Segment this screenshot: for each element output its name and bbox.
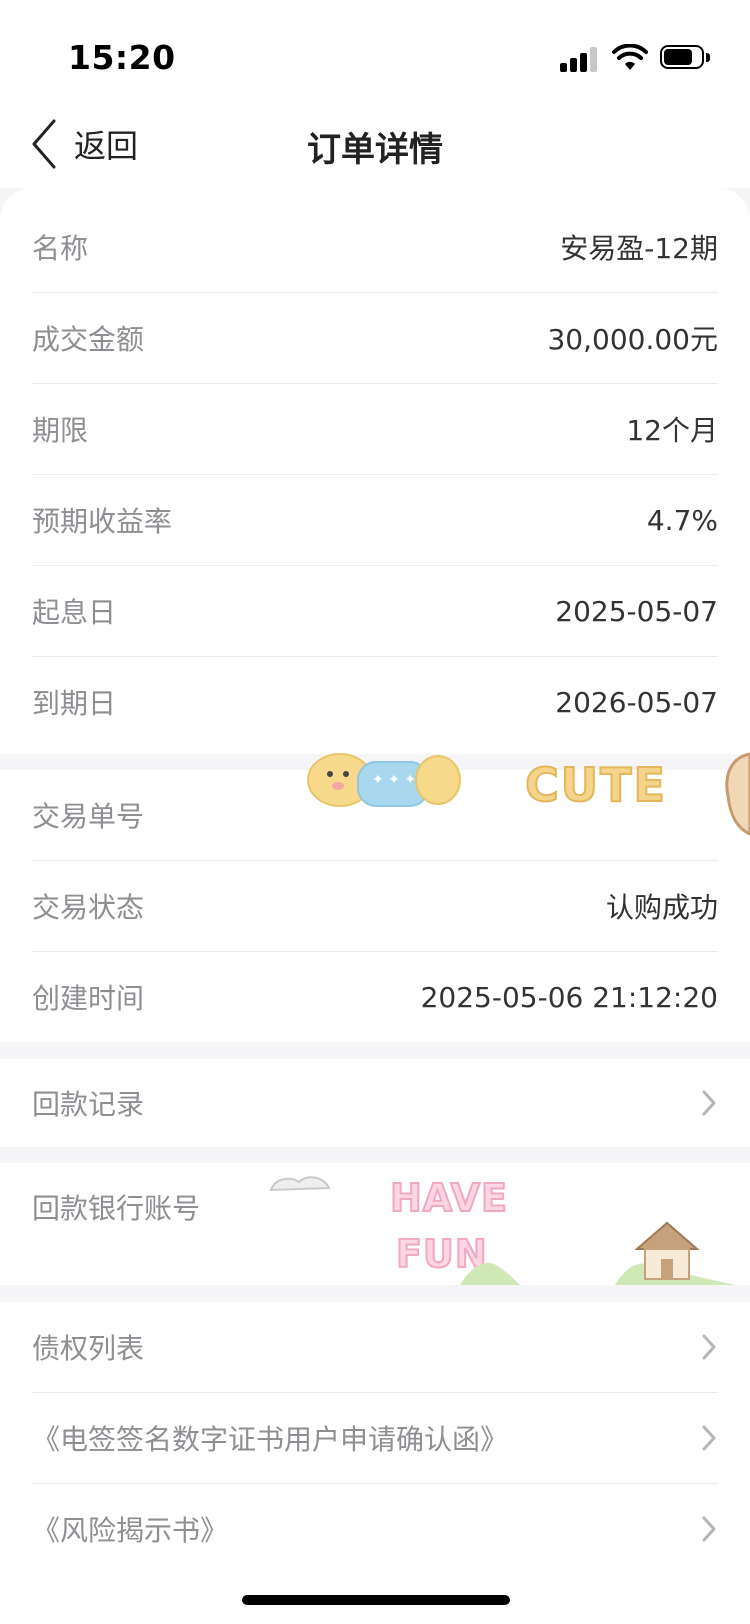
order-detail-page: 15:20 返回 订单详情 名称 安易盈-12期 成交金额 30,000.00元… xyxy=(0,0,750,1624)
status-time: 15:20 xyxy=(68,38,176,77)
trade-row-created-time: 创建时间 2025-05-06 21:12:20 xyxy=(32,952,718,1042)
home-indicator xyxy=(242,1595,510,1605)
row-label: 回款银行账号 xyxy=(32,1192,201,1225)
page-title: 订单详情 xyxy=(307,130,443,170)
chevron-right-icon xyxy=(702,1516,716,1542)
status-bar: 15:20 xyxy=(0,0,750,100)
wifi-icon xyxy=(612,44,648,70)
row-label: 交易状态 xyxy=(32,891,145,924)
document-row-debt-list[interactable]: 债权列表 xyxy=(32,1302,718,1393)
row-value: 4.7% xyxy=(646,503,718,537)
info-row-name: 名称 安易盈-12期 xyxy=(32,202,718,293)
chevron-right-icon xyxy=(702,1334,716,1360)
row-label: 起息日 xyxy=(32,596,117,629)
row-value: 2025-05-07 xyxy=(555,594,718,628)
repayment-record-card[interactable]: 回款记录 xyxy=(0,1059,750,1147)
chevron-right-icon xyxy=(702,1090,716,1116)
battery-icon xyxy=(660,45,710,71)
row-label: 交易单号 xyxy=(32,800,145,833)
row-label: 创建时间 xyxy=(32,982,145,1015)
row-label: 成交金额 xyxy=(32,323,145,356)
repayment-bank-card: 回款银行账号 xyxy=(0,1163,750,1285)
row-label: 到期日 xyxy=(32,687,117,720)
trade-info-card: 交易单号 交易状态 认购成功 创建时间 2025-05-06 21:12:20 xyxy=(0,770,750,1042)
row-value: 2026-05-07 xyxy=(555,685,718,719)
info-row-maturity-date: 到期日 2026-05-07 xyxy=(32,657,718,747)
row-label: 《电签签名数字证书用户申请确认函》 xyxy=(32,1423,509,1456)
repayment-record-row[interactable]: 回款记录 xyxy=(32,1059,718,1147)
row-label: 名称 xyxy=(32,232,89,265)
chevron-right-icon xyxy=(702,1425,716,1451)
row-label: 回款记录 xyxy=(32,1088,145,1121)
info-row-amount: 成交金额 30,000.00元 xyxy=(32,293,718,384)
order-info-card: 名称 安易盈-12期 成交金额 30,000.00元 期限 12个月 预期收益率… xyxy=(0,188,750,754)
documents-card: 债权列表 《电签签名数字证书用户申请确认函》 《风险揭示书》 xyxy=(0,1302,750,1624)
row-label: 期限 xyxy=(32,414,89,447)
trade-row-order-number: 交易单号 xyxy=(32,770,718,861)
row-value: 认购成功 xyxy=(605,891,718,924)
repayment-bank-row: 回款银行账号 xyxy=(32,1163,718,1251)
document-row-e-sign-certificate[interactable]: 《电签签名数字证书用户申请确认函》 xyxy=(32,1393,718,1484)
row-value: 12个月 xyxy=(626,414,718,447)
info-row-term: 期限 12个月 xyxy=(32,384,718,475)
row-value: 安易盈-12期 xyxy=(560,232,718,265)
row-label: 《风险揭示书》 xyxy=(32,1514,229,1547)
row-label: 预期收益率 xyxy=(32,505,173,538)
info-row-expected-rate: 预期收益率 4.7% xyxy=(32,475,718,566)
trade-row-status: 交易状态 认购成功 xyxy=(32,861,718,952)
row-value: 2025-05-06 21:12:20 xyxy=(420,980,718,1014)
row-label: 债权列表 xyxy=(32,1332,145,1365)
row-value: 30,000.00元 xyxy=(547,323,718,356)
nav-bar: 返回 订单详情 xyxy=(0,100,750,188)
document-row-risk-disclosure[interactable]: 《风险揭示书》 xyxy=(32,1484,718,1574)
signal-icon xyxy=(560,46,600,72)
info-row-start-date: 起息日 2025-05-07 xyxy=(32,566,718,657)
